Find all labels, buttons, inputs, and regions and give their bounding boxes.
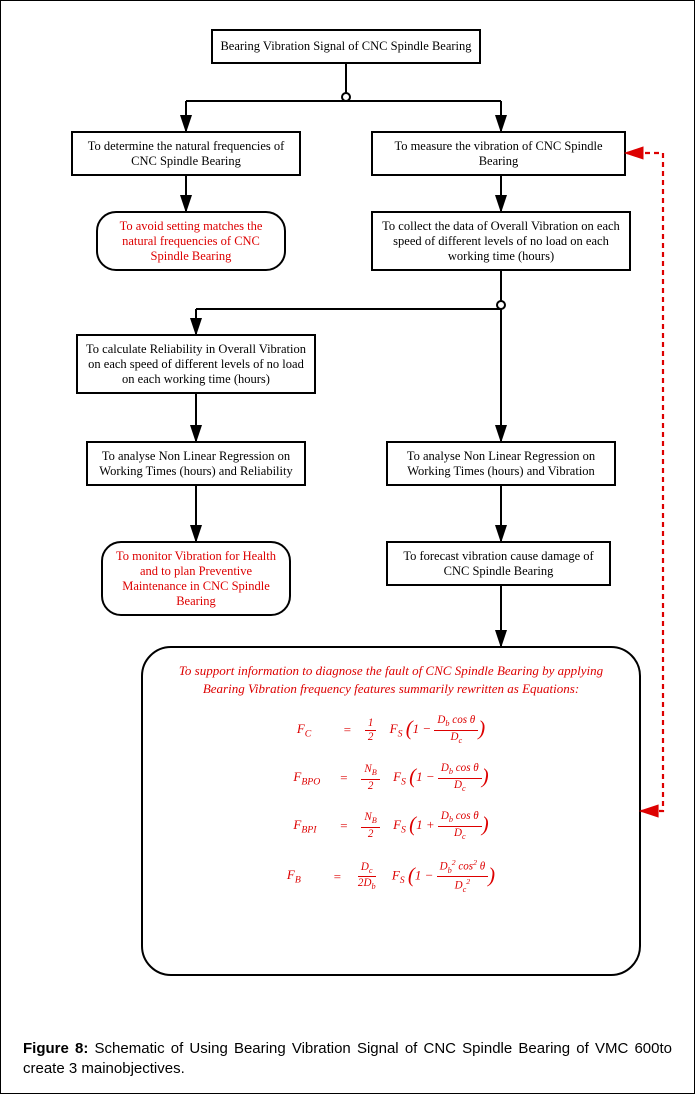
node-text: To determine the natural frequencies of … (79, 139, 293, 169)
figure-container: Bearing Vibration Signal of CNC Spindle … (0, 0, 695, 1094)
flowchart-canvas: Bearing Vibration Signal of CNC Spindle … (1, 1, 694, 1001)
node-b2: To measure the vibration of CNC Spindle … (371, 131, 626, 176)
node-text: To analyse Non Linear Regression on Work… (94, 449, 298, 479)
caption-text: Schematic of Using Bearing Vibration Sig… (23, 1040, 672, 1077)
node-b4: To collect the data of Overall Vibration… (371, 211, 631, 271)
figure-caption: Figure 8: Schematic of Using Bearing Vib… (23, 1039, 672, 1080)
eq-fc: FC = 12 FS (1 − Db cos θDc) (163, 715, 619, 745)
node-text: Bearing Vibration Signal of CNC Spindle … (220, 39, 471, 54)
node-text: To measure the vibration of CNC Spindle … (379, 139, 618, 169)
node-b8: To forecast vibration cause damage of CN… (386, 541, 611, 586)
node-b9: To monitor Vibration for Health and to p… (101, 541, 291, 616)
node-text: To avoid setting matches the natural fre… (104, 219, 278, 264)
eq-intro: To support information to diagnose the f… (163, 662, 619, 697)
node-b7: To analyse Non Linear Regression on Work… (386, 441, 616, 486)
node-text: To calculate Reliability in Overall Vibr… (84, 342, 308, 387)
node-b6: To analyse Non Linear Regression on Work… (86, 441, 306, 486)
node-text: To collect the data of Overall Vibration… (379, 219, 623, 264)
node-equations: To support information to diagnose the f… (141, 646, 641, 976)
node-b5: To calculate Reliability in Overall Vibr… (76, 334, 316, 394)
node-text: To monitor Vibration for Health and to p… (109, 549, 283, 609)
node-text: To forecast vibration cause damage of CN… (394, 549, 603, 579)
node-b3: To avoid setting matches the natural fre… (96, 211, 286, 271)
eq-fb: FB = Dc2Db FS (1 − Db2 cos2 θDc2) (163, 859, 619, 894)
eq-fbpo: FBPO = NB2 FS (1 − Db cos θDc) (163, 763, 619, 793)
node-text: To analyse Non Linear Regression on Work… (394, 449, 608, 479)
caption-label: Figure 8: (23, 1040, 88, 1057)
node-b1: To determine the natural frequencies of … (71, 131, 301, 176)
node-root: Bearing Vibration Signal of CNC Spindle … (211, 29, 481, 64)
eq-fbpi: FBPI = NB2 FS (1 + Db cos θDc) (163, 811, 619, 841)
